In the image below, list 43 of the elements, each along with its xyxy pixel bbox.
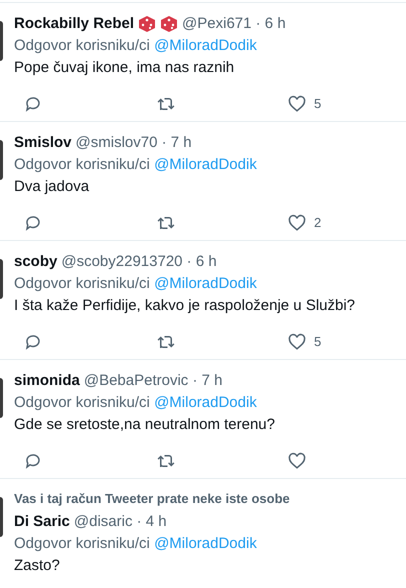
like-count: 5: [314, 333, 322, 351]
reply-label: Odgovor korisniku/ci: [14, 275, 150, 292]
user-name[interactable]: Di Saric: [14, 511, 70, 533]
reply-icon[interactable]: [24, 95, 42, 113]
reply-text: Zasto?: [14, 556, 61, 576]
reply-text: Gde se sretoste,na neutralnom terenu?: [14, 415, 276, 435]
retweet-icon[interactable]: [156, 452, 176, 470]
dice-icon: [160, 15, 178, 33]
avatar[interactable]: [0, 21, 3, 61]
reply-text: Dva jadova: [14, 177, 90, 197]
user-name[interactable]: scoby: [14, 251, 58, 273]
user-name[interactable]: Rockabilly Rebel: [14, 13, 134, 35]
avatar[interactable]: [0, 378, 3, 418]
heart-icon[interactable]: [288, 452, 306, 470]
reply-label: Odgovor korisniku/ci: [14, 394, 150, 411]
reply-label: Odgovor korisniku/ci: [14, 156, 150, 173]
avatar[interactable]: [0, 259, 3, 299]
user-handle-time: @Pexi671 · 6 h: [182, 14, 286, 34]
reply-icon[interactable]: [24, 452, 42, 470]
reply-label: Odgovor korisniku/ci: [14, 535, 150, 552]
retweet-icon[interactable]: [156, 214, 176, 232]
retweet-icon[interactable]: [156, 333, 176, 351]
dice-icon: [138, 15, 156, 33]
context-note: Vas i taj račun Tweeter prate neke iste osobe: [14, 490, 291, 508]
reply-text: Pope čuvaj ikone, ima nas raznih: [14, 58, 236, 78]
reply-icon[interactable]: [24, 333, 42, 351]
avatar[interactable]: [0, 140, 3, 180]
avatar[interactable]: [0, 497, 3, 537]
heart-icon[interactable]: [288, 95, 306, 113]
heart-icon[interactable]: [288, 214, 306, 232]
user-handle-time: @BebaPetrovic · 7 h: [84, 371, 222, 391]
reply-label: Odgovor korisniku/ci: [14, 37, 150, 54]
like-count: 2: [314, 214, 322, 232]
reply-text: I šta kaže Perfidije, kakvo je raspoloženje u Službi?: [14, 296, 356, 316]
user-name[interactable]: Smislov: [14, 132, 72, 154]
user-handle-time: @scoby22913720 · 6 h: [61, 252, 217, 272]
retweet-icon[interactable]: [156, 95, 176, 113]
user-name[interactable]: simonida: [14, 370, 80, 392]
reply-icon[interactable]: [24, 214, 42, 232]
user-handle-time: @smislov70 · 7 h: [76, 133, 192, 153]
like-count: 5: [314, 95, 322, 113]
heart-icon[interactable]: [288, 333, 306, 351]
user-handle-time: @disaric · 4 h: [74, 512, 167, 532]
